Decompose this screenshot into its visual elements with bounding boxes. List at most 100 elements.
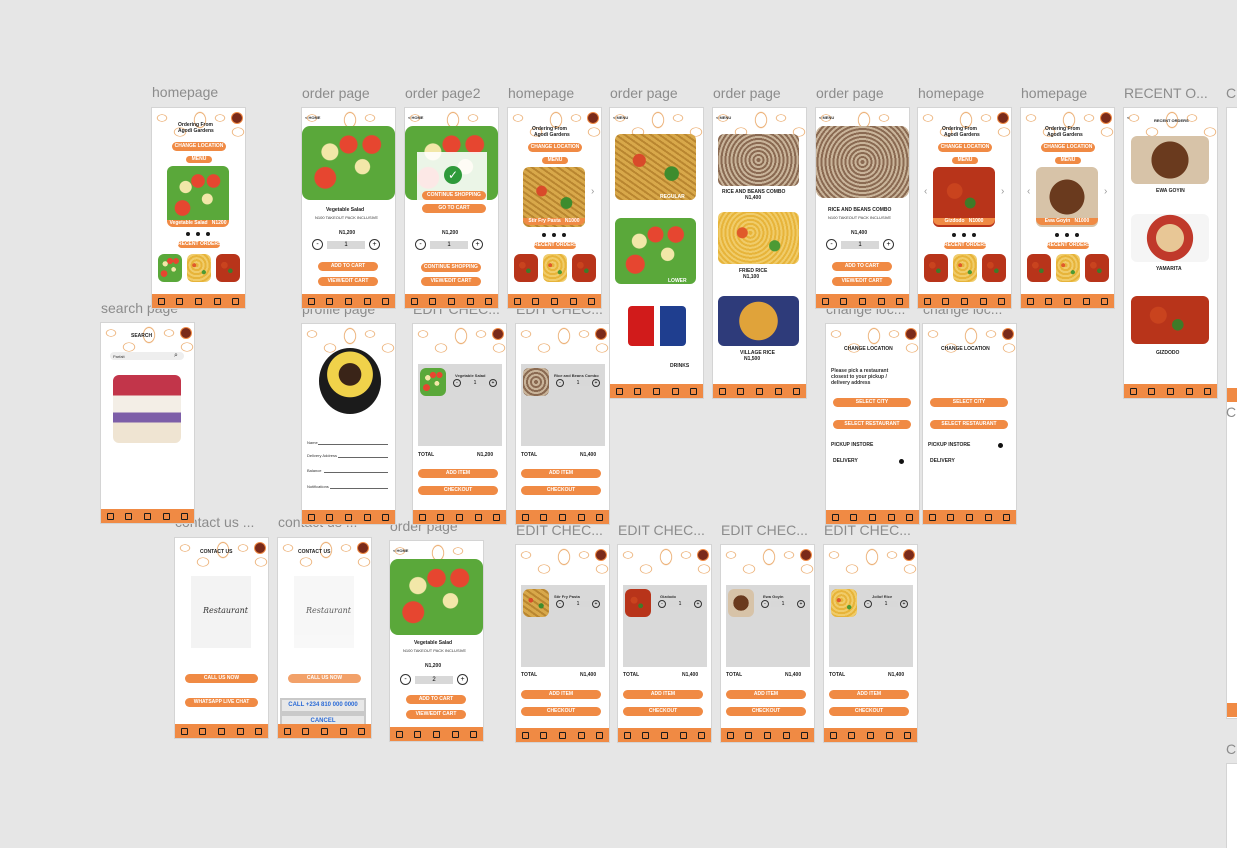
back-menu-link[interactable]: < MENU [819, 115, 834, 120]
bottom-tab-bar[interactable] [101, 509, 194, 523]
checkout-button[interactable]: CHECKOUT [623, 707, 703, 716]
change-location-button[interactable]: CHANGE LOCATION [1041, 143, 1095, 152]
lower-salad-image[interactable] [615, 218, 696, 284]
bottom-tab-bar[interactable] [175, 724, 268, 738]
bottom-tab-bar[interactable] [923, 510, 1016, 524]
profile-notifications-field[interactable] [330, 488, 388, 489]
cart-quantity-stepper[interactable]: -1 + [761, 599, 805, 608]
bottom-tab-bar[interactable] [826, 510, 919, 524]
recent-order-thumb[interactable] [543, 254, 567, 282]
bottom-tab-bar[interactable] [610, 384, 703, 398]
select-city-button[interactable]: SELECT CITY [833, 398, 911, 407]
bottom-tab-bar[interactable] [713, 384, 806, 398]
call-us-now-button[interactable]: CALL US NOW [288, 674, 361, 683]
bottom-tab-bar[interactable] [721, 728, 814, 742]
bottom-tab-bar[interactable] [824, 728, 917, 742]
add-to-cart-button[interactable]: ADD TO CART [406, 695, 466, 704]
bottom-tab-bar[interactable] [508, 294, 601, 308]
checkout-button[interactable]: CHECKOUT [418, 486, 498, 495]
recent-order-thumb[interactable] [514, 254, 538, 282]
search-icon[interactable]: ⌕ [174, 352, 178, 360]
recent-order-thumb[interactable] [158, 254, 182, 282]
rice-beans-image[interactable] [718, 134, 799, 186]
bottom-tab-bar[interactable] [413, 510, 506, 524]
add-item-button[interactable]: ADD ITEM [623, 690, 703, 699]
menu-button[interactable]: MENU [542, 157, 568, 164]
cart-quantity-stepper[interactable]: -1 + [453, 378, 497, 387]
bottom-tab-bar[interactable] [516, 510, 609, 524]
call-number-option[interactable]: CALL +234 810 000 0000 [282, 700, 364, 711]
cart-quantity-stepper[interactable]: -1 + [864, 599, 908, 608]
bottom-tab-bar[interactable] [1227, 388, 1237, 402]
recent-order-thumb[interactable] [216, 254, 240, 282]
add-to-cart-button[interactable]: ADD TO CART [832, 262, 892, 271]
featured-food-image[interactable] [167, 166, 229, 226]
checkout-button[interactable]: CHECKOUT [829, 707, 909, 716]
add-item-button[interactable]: ADD ITEM [521, 469, 601, 478]
cart-quantity-stepper[interactable]: -1 + [556, 378, 600, 387]
gizdodo-image[interactable] [1131, 296, 1209, 344]
bottom-tab-bar[interactable] [516, 728, 609, 742]
search-result-image[interactable] [113, 375, 181, 443]
recent-order-thumb[interactable] [953, 254, 977, 282]
bottom-tab-bar[interactable] [816, 294, 909, 308]
change-location-button[interactable]: CHANGE LOCATION [938, 143, 992, 152]
recent-order-thumb[interactable] [924, 254, 948, 282]
pickup-radio[interactable] [998, 443, 1003, 448]
regular-pasta-image[interactable] [615, 134, 696, 200]
back-home-link[interactable]: < HOME [305, 115, 320, 120]
checkout-button[interactable]: CHECKOUT [521, 486, 601, 495]
carousel-next-icon[interactable]: › [591, 186, 594, 197]
select-restaurant-button[interactable]: SELECT RESTAURANT [833, 420, 911, 429]
change-location-button[interactable]: CHANGE LOCATION [528, 143, 582, 152]
quantity-stepper[interactable]: -2 + [400, 674, 468, 685]
fried-rice-image[interactable] [718, 212, 799, 264]
quantity-stepper[interactable]: -1 + [312, 239, 380, 250]
select-city-button[interactable]: SELECT CITY [930, 398, 1008, 407]
recent-order-thumb[interactable] [982, 254, 1006, 282]
view-edit-cart-button[interactable]: VIEW/EDIT CART [318, 277, 378, 286]
back-menu-link[interactable]: < MENU [613, 115, 628, 120]
bottom-tab-bar[interactable] [390, 727, 483, 741]
recent-order-thumb[interactable] [187, 254, 211, 282]
quantity-stepper[interactable]: -1 + [415, 239, 483, 250]
carousel-dots[interactable] [952, 233, 976, 237]
view-edit-cart-button[interactable]: VIEW/EDIT CART [406, 710, 466, 719]
recent-order-thumb[interactable] [1056, 254, 1080, 282]
bottom-tab-bar[interactable] [278, 724, 371, 738]
carousel-next-icon[interactable]: › [1104, 186, 1107, 197]
bottom-tab-bar[interactable] [405, 294, 498, 308]
recent-order-thumb[interactable] [1027, 254, 1051, 282]
back-icon[interactable]: < [1127, 115, 1129, 120]
change-location-button[interactable]: CHANGE LOCATION [172, 142, 226, 151]
bottom-tab-bar[interactable] [618, 728, 711, 742]
search-input[interactable]: Parfait ⌕ [110, 352, 184, 360]
bottom-tab-bar[interactable] [918, 294, 1011, 308]
village-rice-image[interactable] [718, 296, 799, 346]
checkout-button[interactable]: CHECKOUT [726, 707, 806, 716]
ewa-goyin-image[interactable] [1131, 136, 1209, 184]
carousel-prev-icon[interactable]: ‹ [1027, 186, 1030, 197]
recent-order-thumb[interactable] [1085, 254, 1109, 282]
carousel-next-icon[interactable]: › [1001, 186, 1004, 197]
bottom-tab-bar[interactable] [1021, 294, 1114, 308]
add-item-button[interactable]: ADD ITEM [418, 469, 498, 478]
checkout-button[interactable]: CHECKOUT [521, 707, 601, 716]
view-edit-cart-button[interactable]: VIEW/EDIT CART [421, 277, 481, 286]
back-menu-link[interactable]: < MENU [716, 115, 731, 120]
carousel-dots[interactable] [1055, 233, 1079, 237]
select-restaurant-button[interactable]: SELECT RESTAURANT [930, 420, 1008, 429]
whatsapp-live-chat-button[interactable]: WHATSAPP LIVE CHAT [185, 698, 258, 707]
bottom-tab-bar[interactable] [152, 294, 245, 308]
profile-balance-field[interactable] [324, 472, 388, 473]
add-item-button[interactable]: ADD ITEM [726, 690, 806, 699]
menu-button[interactable]: MENU [952, 157, 978, 164]
bottom-tab-bar[interactable] [1124, 384, 1217, 398]
add-item-button[interactable]: ADD ITEM [521, 690, 601, 699]
view-edit-cart-button[interactable]: VIEW/EDIT CART [832, 277, 892, 286]
carousel-dots[interactable] [186, 232, 210, 236]
bottom-tab-bar[interactable] [302, 294, 395, 308]
cart-quantity-stepper[interactable]: -1 + [556, 599, 600, 608]
call-us-now-button[interactable]: CALL US NOW [185, 674, 258, 683]
menu-button[interactable]: MENU [1055, 157, 1081, 164]
